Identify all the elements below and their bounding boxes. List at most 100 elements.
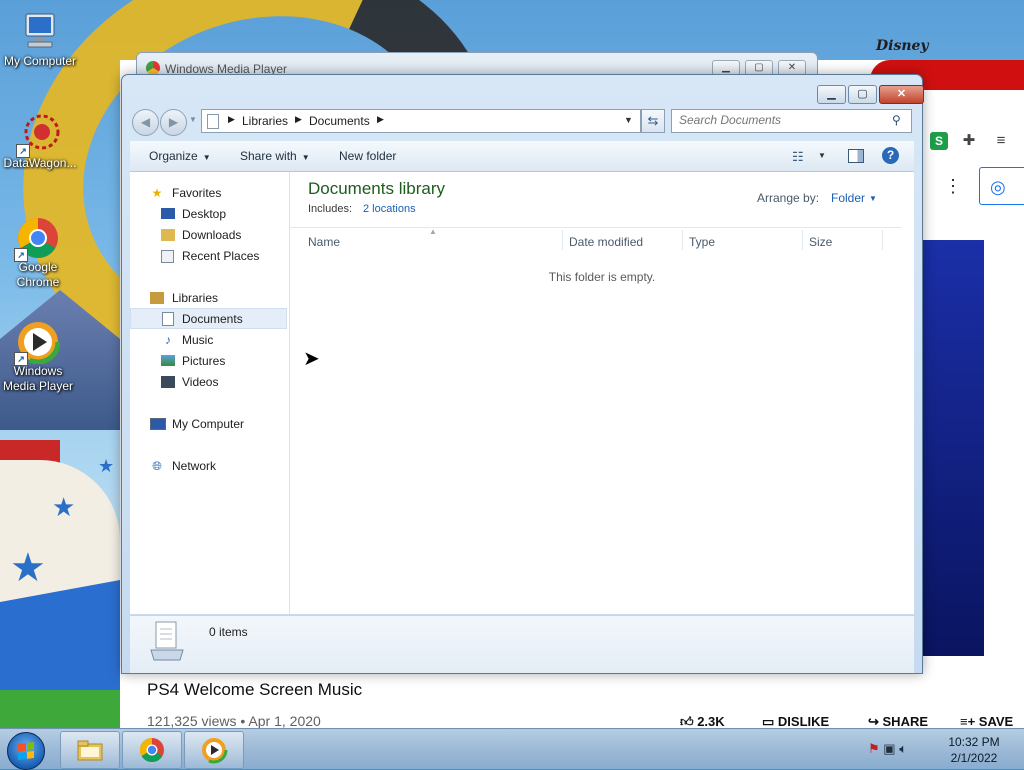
chevron-down-icon: ▼ <box>202 153 211 162</box>
chevron-down-icon[interactable]: ▼ <box>869 194 877 203</box>
share-icon: ↪ <box>868 714 883 729</box>
nav-label: Network <box>172 459 217 473</box>
nav-item-pictures[interactable]: Pictures <box>130 351 287 371</box>
nav-item-downloads[interactable]: Downloads <box>130 225 287 245</box>
desktop-icon-label: Chrome <box>16 275 60 289</box>
account-icon: ◎ <box>990 177 1006 197</box>
desktop-icon-datawagon[interactable]: ↗ DataWagon... <box>0 112 80 171</box>
library-title: Documents library <box>308 179 445 198</box>
page-icon <box>207 114 219 129</box>
share-with-button[interactable]: Share with ▼ <box>240 149 310 163</box>
column-size[interactable]: Size <box>809 235 832 249</box>
column-type[interactable]: Type <box>689 235 715 249</box>
organize-button[interactable]: Organize ▼ <box>149 149 211 163</box>
star-icon: ★ <box>151 186 163 200</box>
taskbar-wmp-button[interactable] <box>184 731 244 769</box>
documents-library-icon <box>150 620 184 662</box>
disney-logo: Disney <box>876 38 929 54</box>
nav-item-favorites[interactable]: ★ Favorites <box>130 183 287 203</box>
save-button[interactable]: ≡+ SAVE <box>960 714 1013 729</box>
refresh-button[interactable]: ⇆ <box>641 109 665 133</box>
column-divider[interactable] <box>882 230 883 250</box>
share-label: SHARE <box>882 714 929 729</box>
nav-item-documents[interactable]: Documents <box>130 308 287 329</box>
nav-item-network[interactable]: 🌐︎ Network <box>130 456 287 476</box>
content-pane[interactable]: Documents library Includes: 2 locations … <box>290 172 914 614</box>
video-meta: 121,325 views • Apr 1, 2020 <box>147 713 321 729</box>
preview-pane-icon[interactable] <box>848 149 864 163</box>
arrange-by-dropdown[interactable]: Folder <box>831 191 865 205</box>
details-pane: 0 items <box>130 615 914 673</box>
nav-item-my-computer[interactable]: My Computer <box>130 414 287 434</box>
locations-link[interactable]: 2 locations <box>363 203 416 215</box>
address-bar[interactable]: ▶ Libraries ▶ Documents ▶ ▼ <box>201 109 641 133</box>
desktop-icon-my-computer[interactable]: My Computer <box>0 10 80 69</box>
search-input[interactable] <box>672 110 894 130</box>
column-divider[interactable] <box>802 230 803 250</box>
search-box[interactable]: ⚲ <box>671 109 912 133</box>
nav-item-recent-places[interactable]: Recent Places <box>130 246 287 266</box>
view-options-chevron-icon[interactable]: ▼ <box>818 151 826 160</box>
network-icon: 🌐︎ <box>152 459 162 473</box>
taskbar-chrome-button[interactable] <box>122 731 182 769</box>
back-button[interactable]: ◀ <box>132 109 159 136</box>
new-folder-button[interactable]: New folder <box>339 149 396 163</box>
breadcrumb-separator-icon[interactable]: ▶ <box>377 114 384 125</box>
taskbar-explorer-button[interactable] <box>60 731 120 769</box>
action-center-icon[interactable]: ⚑ <box>868 741 880 756</box>
wallpaper-green-panel <box>0 690 120 728</box>
desktop-icon-google-chrome[interactable]: ↗ Google Chrome <box>0 216 78 290</box>
folder-icon <box>77 740 103 761</box>
forward-button[interactable]: ▶ <box>160 109 187 136</box>
computer-icon <box>18 10 62 54</box>
network-status-icon[interactable]: ▣ <box>883 741 895 756</box>
address-dropdown-icon[interactable]: ▼ <box>624 115 633 125</box>
music-icon: ♪ <box>165 333 171 347</box>
wallpaper-star: ★ <box>52 492 76 522</box>
nav-item-desktop[interactable]: Desktop <box>130 204 287 224</box>
column-date-modified[interactable]: Date modified <box>569 235 643 249</box>
breadcrumb-libraries[interactable]: Libraries <box>242 114 288 128</box>
volume-icon[interactable]: 🔈︎ <box>899 741 907 756</box>
breadcrumb-separator-icon[interactable]: ▶ <box>228 114 235 125</box>
refresh-icon: ⇆ <box>647 113 659 128</box>
arrange-by-label: Arrange by: <box>757 191 820 205</box>
desktop-icon-windows-media-player[interactable]: ↗ Windows Media Player <box>0 319 78 394</box>
puzzle-icon[interactable]: ✚ <box>960 132 978 150</box>
nav-item-music[interactable]: ♪ Music <box>130 330 287 350</box>
breadcrumb-separator-icon[interactable]: ▶ <box>295 114 302 125</box>
account-button[interactable]: ◎ <box>979 167 1024 205</box>
share-with-label: Share with <box>240 149 297 163</box>
queue-icon[interactable]: ≡ <box>992 132 1010 150</box>
shortcut-arrow-icon: ↗ <box>16 144 30 158</box>
downloads-folder-icon <box>161 229 175 241</box>
breadcrumb-documents[interactable]: Documents <box>309 114 370 128</box>
explorer-window[interactable]: ▁ ▢ ✕ ◀ ▶ ▼ ▶ Libraries ▶ Documents ▶ ▼ … <box>121 74 924 674</box>
search-icon[interactable]: ⚲ <box>892 113 901 127</box>
help-icon[interactable]: ? <box>882 147 899 164</box>
clock-date: 2/1/2022 <box>950 751 998 765</box>
column-name[interactable]: Name <box>308 235 340 249</box>
video-title: PS4 Welcome Screen Music <box>147 680 363 699</box>
recent-pages-dropdown[interactable]: ▼ <box>189 115 197 124</box>
videos-icon <box>161 376 175 388</box>
column-divider[interactable] <box>562 230 563 250</box>
nav-item-videos[interactable]: Videos <box>130 372 287 392</box>
minimize-button[interactable]: ▁ <box>817 85 846 104</box>
extension-s-icon[interactable]: S <box>930 132 948 150</box>
more-options-icon[interactable]: ⋮ <box>944 176 962 197</box>
video-thumbnail[interactable] <box>920 240 984 656</box>
column-divider[interactable] <box>682 230 683 250</box>
close-button[interactable]: ✕ <box>879 85 924 104</box>
thumbs-up-icon: 👍︎ <box>680 714 698 729</box>
datawagon-icon: ↗ <box>16 112 62 158</box>
navigation-pane: ★ Favorites Desktop Downloads Recent Pla… <box>130 172 290 614</box>
change-view-icon[interactable]: ☷ <box>792 149 804 165</box>
maximize-button[interactable]: ▢ <box>848 85 877 104</box>
desktop-icon-label: My Computer <box>3 54 77 68</box>
start-button[interactable] <box>7 732 45 770</box>
nav-item-libraries[interactable]: Libraries <box>130 288 287 308</box>
system-clock[interactable]: 10:32 PM 2/1/2022 <box>938 734 1010 766</box>
nav-label: Favorites <box>172 186 222 200</box>
nav-label: Music <box>182 333 214 347</box>
